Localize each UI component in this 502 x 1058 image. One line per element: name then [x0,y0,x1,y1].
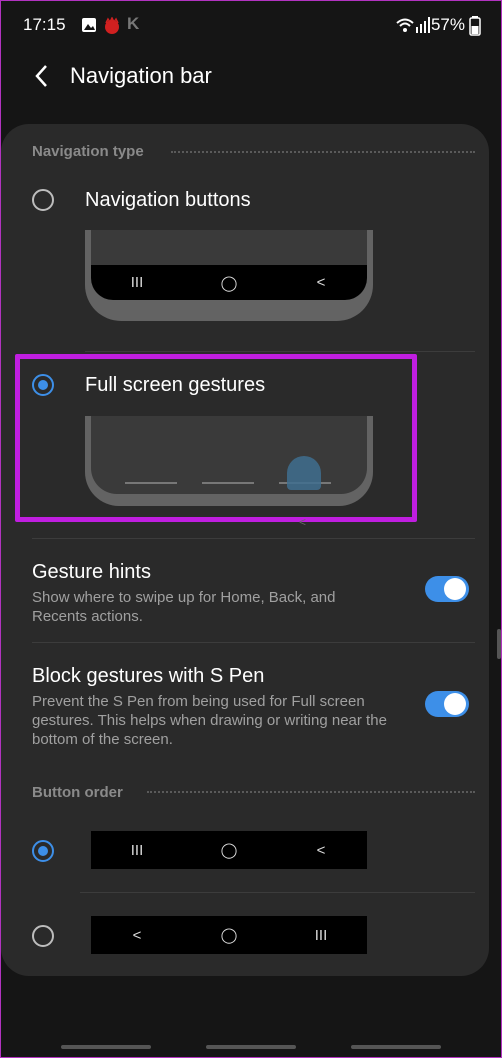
block-gestures-toggle[interactable] [425,691,469,717]
highlight-box [15,354,417,522]
recents-icon: III [314,926,328,944]
preview-nav-strip: III ◯ < [91,265,367,300]
scrollbar[interactable] [497,629,501,659]
back-arrow-icon [35,65,47,87]
battery-level: 57% [430,15,465,34]
order-preview-2: < ◯ III [91,916,367,954]
home-icon: ◯ [220,842,238,859]
radio-button-order-1[interactable] [32,840,54,862]
page-title: Navigation bar [70,63,212,88]
gesture-hints-toggle[interactable] [425,576,469,602]
back-icon: < [316,841,326,859]
home-icon: ◯ [220,927,238,944]
order-preview-1: III ◯ < [91,831,367,869]
radio-navigation-buttons[interactable] [32,189,54,211]
gesture-hints-description: Show where to swipe up for Home, Back, a… [32,589,336,625]
divider [32,642,475,643]
divider [32,538,475,539]
home-icon: ◯ [220,274,238,292]
block-gestures-description: Prevent the S Pen from being used for Fu… [32,693,387,748]
section-label-button-order: Button order [32,784,123,801]
radio-button-order-2[interactable] [32,925,54,947]
battery-icon [469,16,481,36]
gesture-hints-row[interactable]: Gesture hints Show where to swipe up for… [1,541,489,641]
back-icon: < [132,926,142,944]
signal-icon [416,17,430,33]
system-gesture-bar[interactable] [61,1045,441,1049]
section-label-navigation-type: Navigation type [32,143,144,160]
recents-icon: III [130,841,144,859]
option-label: Navigation buttons [85,189,251,211]
recents-icon: III [130,274,144,291]
option-navigation-buttons[interactable]: Navigation buttons III ◯ < [1,173,489,351]
hedgehog-app-icon [105,17,119,34]
k-app-icon: K [127,14,140,33]
back-icon: < [316,274,326,291]
block-gestures-row[interactable]: Block gestures with S Pen Prevent the S … [1,645,489,755]
wifi-icon [396,18,414,32]
buttons-preview: III ◯ < [85,230,373,321]
status-time: 17:15 [23,15,66,34]
divider [85,351,475,352]
button-order-option-2[interactable]: < ◯ III [1,906,489,968]
section-divider [171,151,475,153]
gesture-hints-title: Gesture hints [32,561,151,583]
button-order-option-1[interactable]: III ◯ < [1,821,489,883]
divider [80,892,475,893]
image-icon [82,18,96,32]
chevron-icon: < [299,515,307,529]
back-button[interactable] [27,59,57,93]
block-gestures-title: Block gestures with S Pen [32,665,265,687]
section-divider [147,791,475,793]
